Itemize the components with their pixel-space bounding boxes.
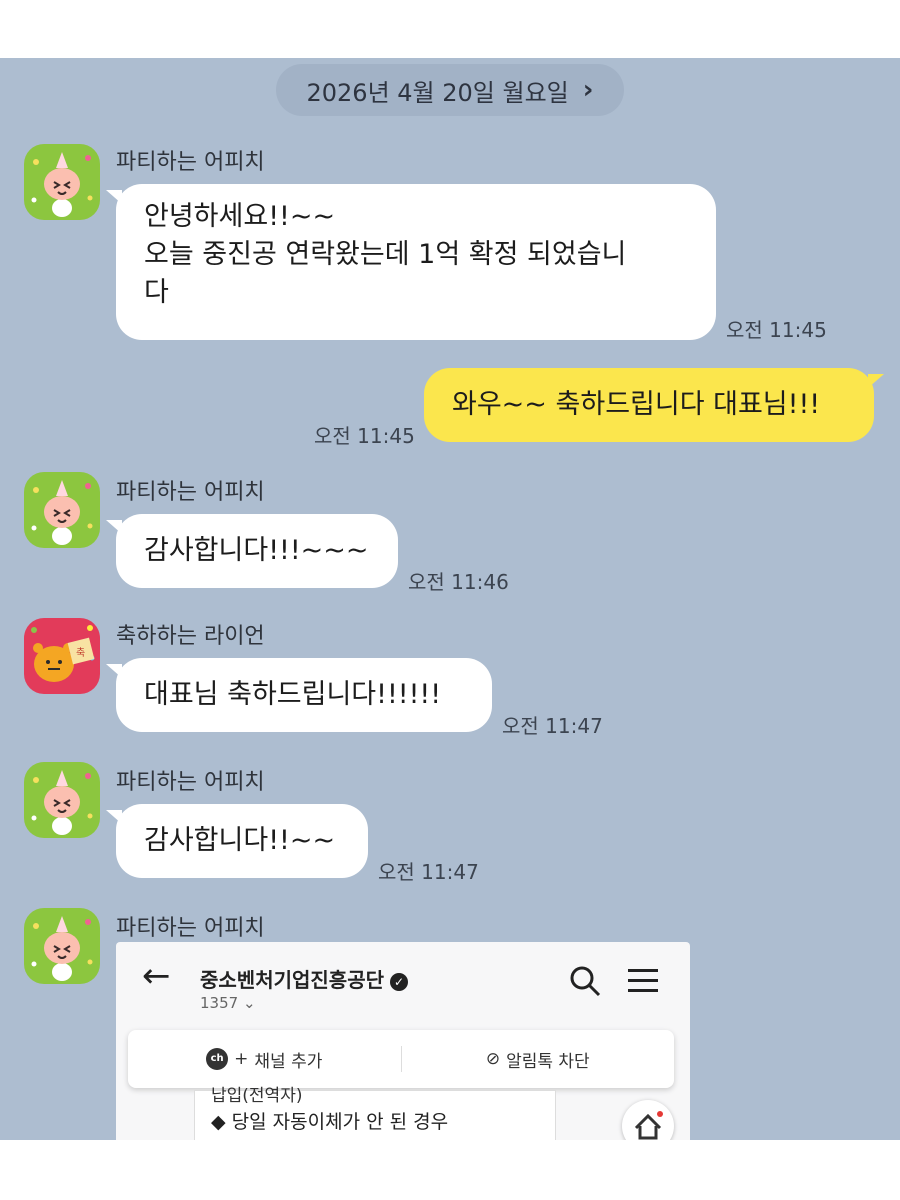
message-line: 감사합니다!!!~~~: [144, 535, 369, 566]
verified-icon: ✓: [390, 972, 408, 991]
message-bubble[interactable]: 감사합니다!!~~: [106, 804, 368, 878]
message-bubble[interactable]: 대표님 축하드립니다!!!!!!: [106, 658, 492, 732]
block-label: 알림톡 차단: [506, 1051, 590, 1072]
channel-count: 1357 ⌄: [200, 994, 256, 1012]
card-cut-text: 납입(전역자): [211, 1086, 303, 1106]
count-value: 1357: [200, 994, 239, 1012]
message-time: 오전 11:47: [502, 714, 603, 738]
card-line: ◆ 당일 자동이체가 안 된 경우: [211, 1111, 449, 1133]
avatar-apeach[interactable]: [24, 144, 100, 220]
message-line: 대표님 축하드립니다!!!!!!: [144, 679, 442, 710]
block-icon: ⊘: [485, 1049, 501, 1069]
message-line: 감사합니다!!~~: [144, 825, 336, 856]
avatar-ryan[interactable]: 축: [24, 618, 100, 694]
menu-icon: [628, 969, 658, 992]
message-card: 납입(전역자) ◆ 당일 자동이체가 안 된 경우: [194, 1086, 556, 1140]
add-channel-button: ch + 채널 추가: [128, 1047, 401, 1072]
svg-text:축: 축: [76, 647, 85, 659]
message-time: 오전 11:45: [726, 318, 827, 342]
avatar-apeach[interactable]: [24, 472, 100, 548]
sender-name: 파티하는 어피치: [116, 150, 265, 175]
my-message-bubble[interactable]: 와우~~ 축하드립니다 대표님!!!: [424, 368, 884, 442]
search-icon: [570, 966, 601, 997]
date-divider[interactable]: 2026년 4월 20일 월요일 ›: [276, 64, 624, 116]
message-bubble[interactable]: 안녕하세요!!~~ 오늘 중진공 연락왔는데 1억 확정 되었습니 다: [106, 184, 716, 340]
block-alert-button: ⊘ 알림톡 차단: [402, 1047, 675, 1072]
message-line: 오늘 중진공 연락왔는데 1억 확정 되었습니: [144, 239, 627, 270]
message-time: 오전 11:47: [378, 860, 479, 884]
message-time: 오전 11:46: [408, 570, 509, 594]
sender-name: 파티하는 어피치: [116, 770, 265, 795]
message-time: 오전 11:45: [314, 424, 415, 448]
home-icon: [622, 1100, 674, 1140]
image-message[interactable]: ← 중소벤처기업진흥공단 ✓ 1357 ⌄ ch + 채널 추가 ⊘ 알림톡 차단 …: [116, 942, 690, 1140]
chevron-right-icon: ›: [582, 75, 594, 105]
message-bubble[interactable]: 감사합니다!!!~~~: [106, 514, 398, 588]
back-arrow-icon: ←: [142, 956, 171, 996]
channel-icon: ch: [206, 1048, 229, 1070]
channel-name: 중소벤처기업진흥공단: [200, 968, 384, 992]
sender-name: 파티하는 어피치: [116, 916, 265, 941]
avatar-apeach[interactable]: [24, 762, 100, 838]
avatar-apeach[interactable]: [24, 908, 100, 984]
channel-action-bar: ch + 채널 추가 ⊘ 알림톡 차단: [128, 1030, 674, 1088]
date-label: 2026년 4월 20일 월요일: [306, 78, 569, 107]
chat-area: 2026년 4월 20일 월요일 › 파티하는 어피치 안녕하세요!!~~ 오늘…: [0, 58, 900, 1140]
channel-title: 중소벤처기업진흥공단 ✓: [200, 964, 408, 993]
sender-name: 파티하는 어피치: [116, 480, 265, 505]
message-line: 다: [144, 277, 169, 308]
message-line: 와우~~ 축하드립니다 대표님!!!: [452, 389, 821, 420]
message-line: 안녕하세요!!~~: [144, 201, 336, 232]
sender-name: 축하하는 라이언: [116, 624, 265, 649]
add-channel-label: 채널 추가: [254, 1051, 323, 1072]
